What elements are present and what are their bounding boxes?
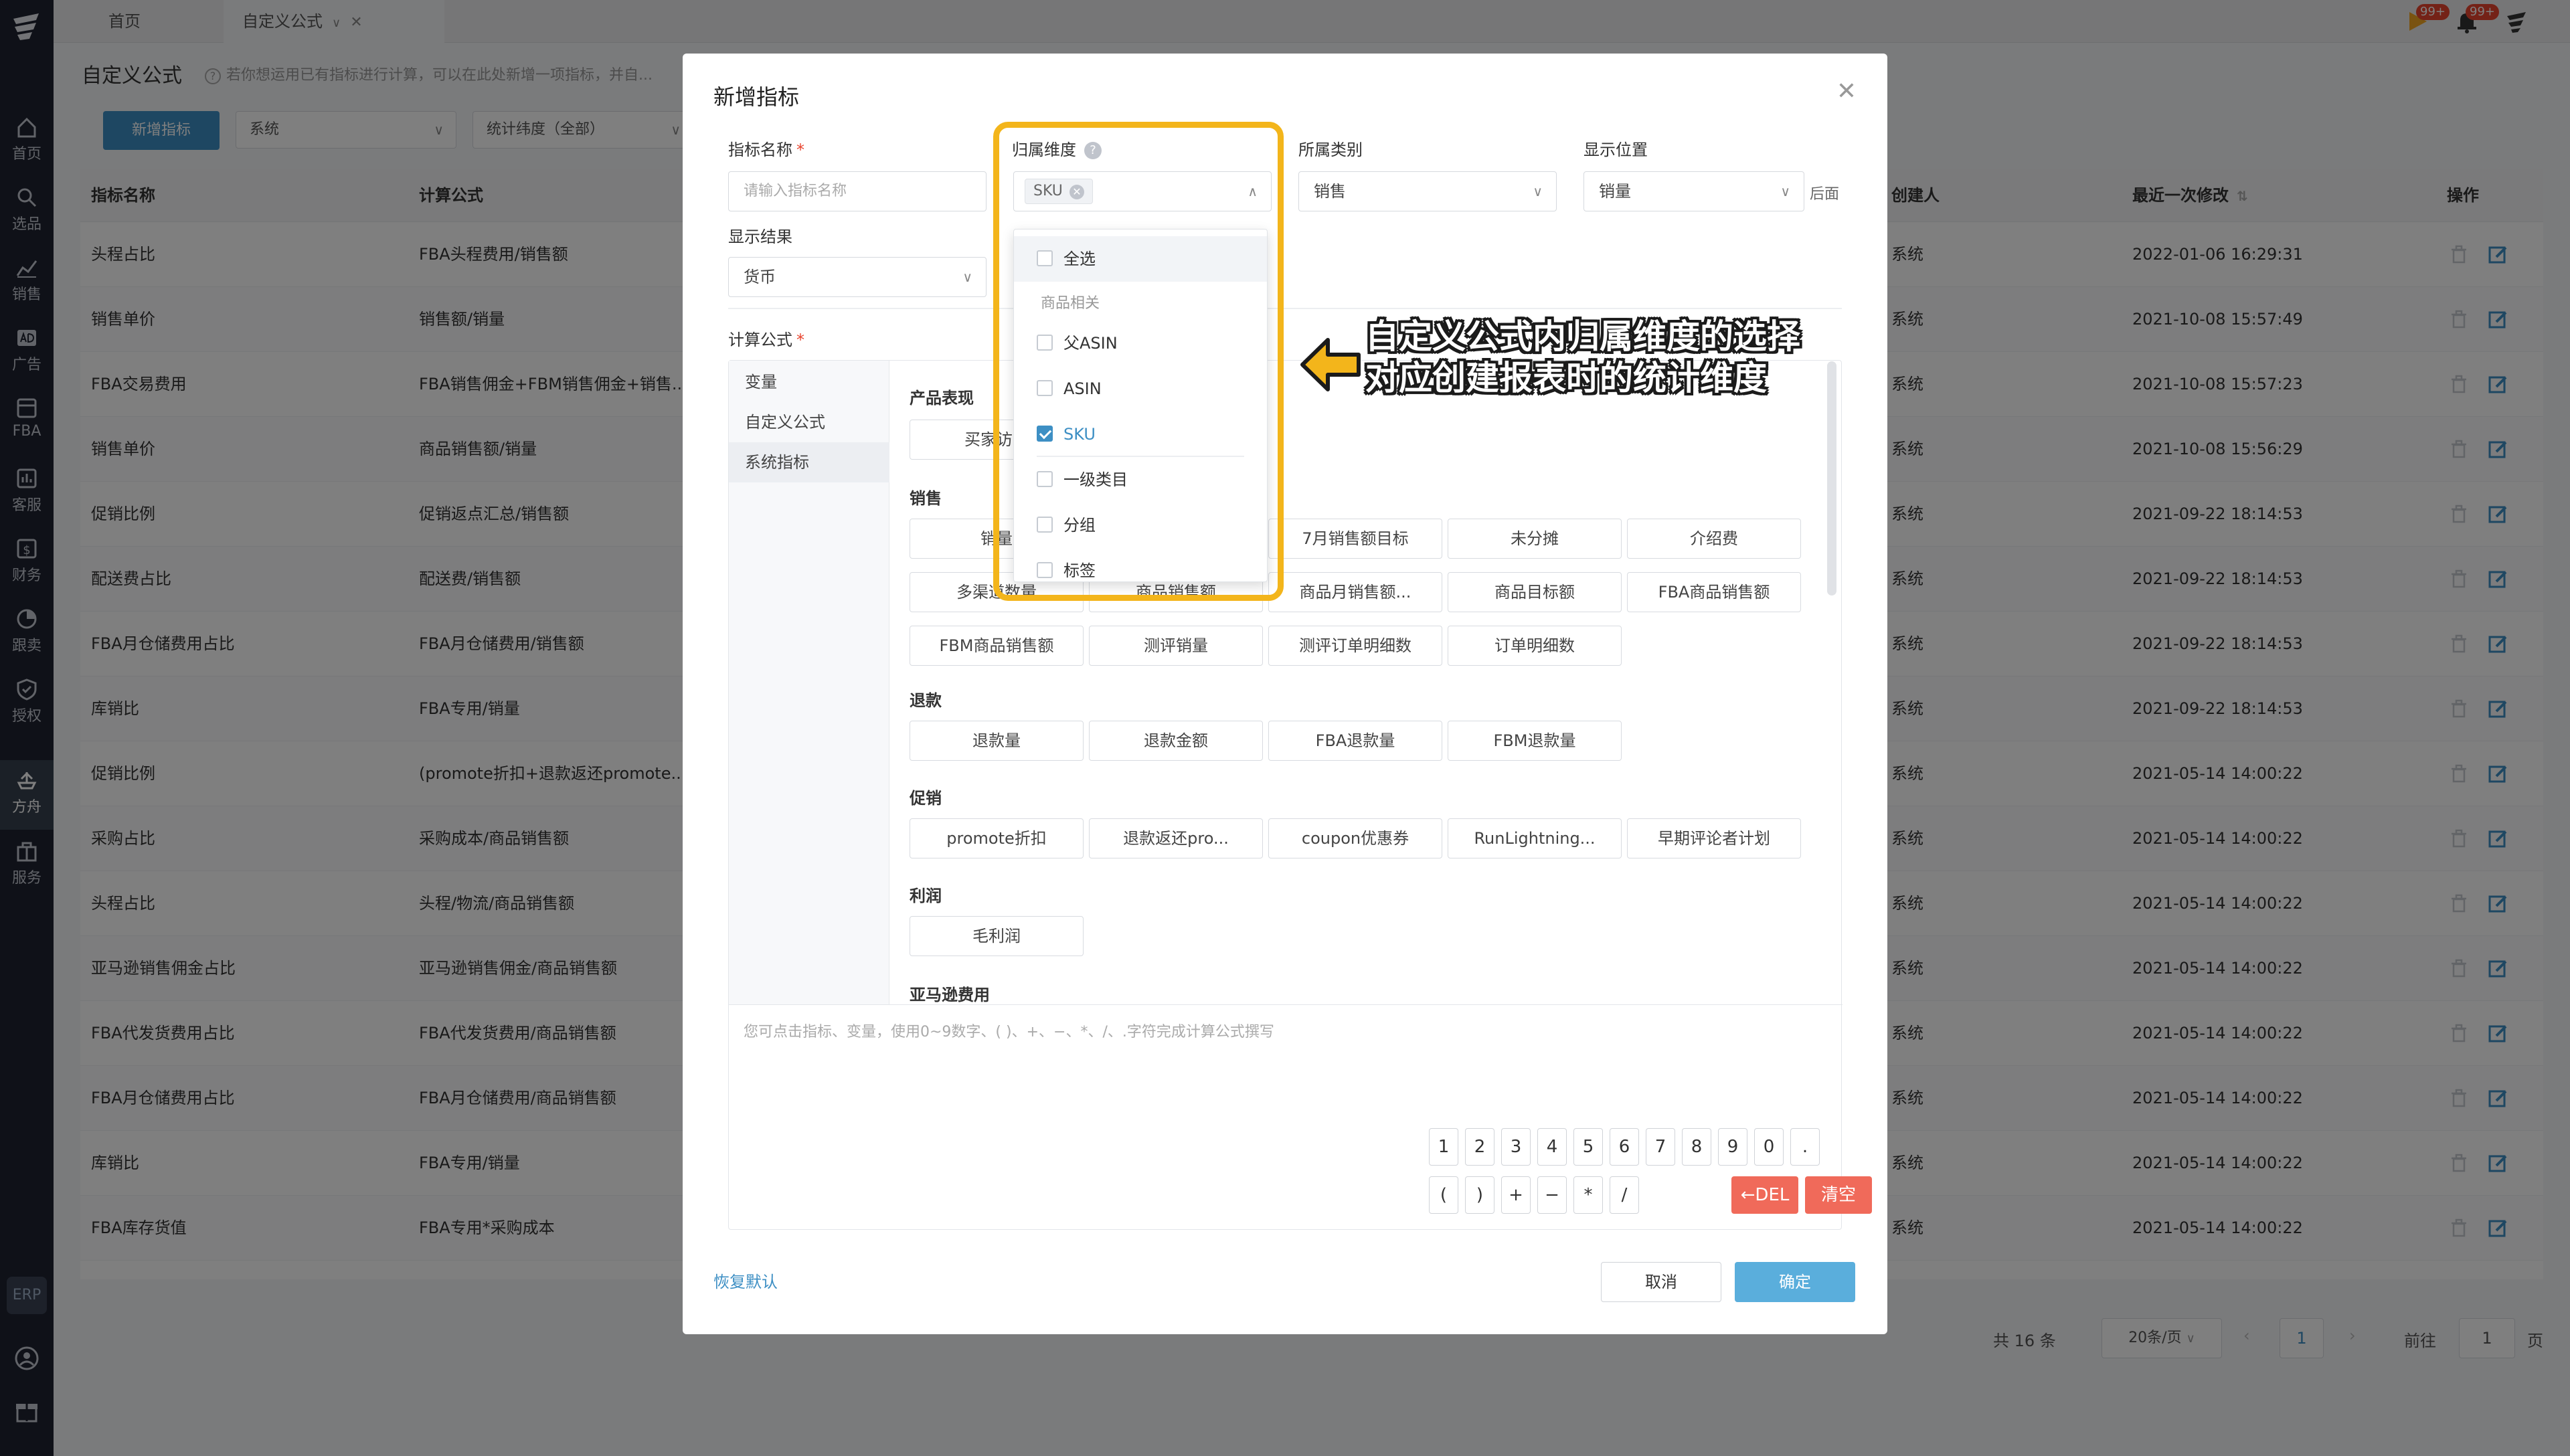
- formula-input-area[interactable]: 您可点击指标、变量，使用0~9数字、( )、+、−、*、/、.字符完成计算公式撰…: [729, 1004, 1872, 1231]
- keypad-key[interactable]: 9: [1718, 1128, 1747, 1166]
- metric-button[interactable]: 毛利润: [910, 916, 1084, 956]
- dialog-title: 新增指标: [713, 84, 800, 110]
- formula-label: 计算公式 *: [728, 327, 804, 350]
- metric-button[interactable]: FBM退款量: [1448, 721, 1622, 761]
- metric-button[interactable]: 未分摊: [1448, 519, 1622, 559]
- confirm-button[interactable]: 确定: [1735, 1262, 1855, 1302]
- formula-editor: 变量 自定义公式 系统指标 产品表现买家访问销售销量萨达1111112227月销…: [728, 360, 1872, 1231]
- chevron-down-icon: ∨: [1780, 183, 1790, 199]
- metric-button[interactable]: FBA退款量: [1268, 721, 1442, 761]
- add-metric-dialog: 新增指标 ✕ 指标名称 * 请输入指标名称 归属维度? SKU ✕ ∧ 所属类别 销…: [683, 54, 1887, 1334]
- metric-button[interactable]: 介绍费: [1627, 519, 1801, 559]
- annotation-callout: 自定义公式内归属维度的选择 对应创建报表时的统计维度: [1365, 316, 1968, 399]
- tab-system-metrics[interactable]: 系统指标: [729, 442, 889, 482]
- keypad-key[interactable]: +: [1501, 1176, 1531, 1214]
- cancel-button[interactable]: 取消: [1601, 1262, 1721, 1302]
- metric-button[interactable]: 退款量: [910, 721, 1084, 761]
- close-icon[interactable]: ✕: [1836, 78, 1857, 105]
- chevron-down-icon: ∨: [1533, 183, 1543, 199]
- metric-button[interactable]: FBM商品销售额: [910, 626, 1084, 666]
- metric-name-input[interactable]: 请输入指标名称: [728, 171, 987, 211]
- category-select[interactable]: 销售 ∨: [1298, 171, 1557, 211]
- metric-button[interactable]: RunLightning...: [1448, 818, 1622, 858]
- chevron-down-icon: ∨: [962, 269, 972, 285]
- app-root: 首页选品销售广告FBA客服$财务跟卖授权方舟服务 ERP 首页 自定义公式∨✕ …: [0, 0, 2570, 1456]
- position-label: 显示位置: [1583, 141, 1648, 159]
- keypad-key[interactable]: −: [1537, 1176, 1567, 1214]
- keypad-key[interactable]: 5: [1573, 1128, 1603, 1166]
- required-mark: *: [796, 331, 804, 349]
- reset-default-link[interactable]: 恢复默认: [713, 1269, 778, 1292]
- metric-button[interactable]: 退款金额: [1089, 721, 1263, 761]
- formula-source-tabs: 变量 自定义公式 系统指标: [729, 361, 889, 1004]
- keypad-key[interactable]: 6: [1610, 1128, 1639, 1166]
- position-select[interactable]: 销量 ∨: [1583, 171, 1804, 211]
- keypad-key[interactable]: 8: [1682, 1128, 1711, 1166]
- result-label: 显示结果: [728, 227, 792, 246]
- required-mark: *: [796, 141, 804, 159]
- formula-label-text: 计算公式: [728, 331, 792, 349]
- arrow-left-icon: [1300, 338, 1361, 391]
- keypad-key[interactable]: 0: [1754, 1128, 1784, 1166]
- group-title-amazon_fee: 亚马逊费用: [910, 986, 990, 1004]
- formula-placeholder: 您可点击指标、变量，使用0~9数字、( )、+、−、*、/、.字符完成计算公式撰…: [744, 1024, 1274, 1040]
- group-title-profit: 利润: [910, 887, 942, 905]
- keypad-key[interactable]: *: [1573, 1176, 1603, 1214]
- metric-button[interactable]: 测评订单明细数: [1268, 626, 1442, 666]
- metric-button[interactable]: 商品月销售额...: [1268, 572, 1442, 612]
- result-select[interactable]: 货币 ∨: [728, 257, 987, 297]
- keypad-key[interactable]: 4: [1537, 1128, 1567, 1166]
- keypad-key[interactable]: 2: [1465, 1128, 1494, 1166]
- metric-button[interactable]: 商品目标额: [1448, 572, 1622, 612]
- metric-button[interactable]: 订单明细数: [1448, 626, 1622, 666]
- metric-button[interactable]: 退款返还pro...: [1089, 818, 1263, 858]
- position-suffix: 后面: [1810, 186, 1840, 203]
- metric-button[interactable]: 早期评论者计划: [1627, 818, 1801, 858]
- keypad-key[interactable]: 1: [1429, 1128, 1458, 1166]
- category-value: 销售: [1314, 182, 1346, 201]
- keypad-key[interactable]: (: [1429, 1176, 1458, 1214]
- group-title-product: 产品表现: [910, 389, 974, 407]
- metric-name-label-text: 指标名称: [728, 141, 792, 159]
- keypad-key[interactable]: .: [1790, 1128, 1820, 1166]
- keypad-key[interactable]: /: [1610, 1176, 1639, 1214]
- clear-button[interactable]: 清空: [1805, 1176, 1872, 1214]
- keypad-key[interactable]: ): [1465, 1176, 1494, 1214]
- category-label: 所属类别: [1298, 141, 1363, 159]
- section-divider: [728, 308, 1842, 309]
- metric-button[interactable]: 测评销量: [1089, 626, 1263, 666]
- tab-custom-formula[interactable]: 自定义公式: [729, 402, 889, 442]
- keypad-key[interactable]: 3: [1501, 1128, 1531, 1166]
- group-title-refund: 退款: [910, 691, 942, 710]
- result-value: 货币: [744, 268, 776, 286]
- position-value: 销量: [1599, 182, 1631, 201]
- tab-variables[interactable]: 变量: [729, 362, 889, 402]
- metric-button[interactable]: coupon优惠券: [1268, 818, 1442, 858]
- group-title-sales: 销售: [910, 489, 942, 508]
- highlight-frame: [993, 122, 1284, 601]
- group-title-promo: 促销: [910, 789, 942, 808]
- metric-button[interactable]: FBA商品销售额: [1627, 572, 1801, 612]
- delete-button[interactable]: ←DEL: [1731, 1176, 1798, 1214]
- metric-name-label: 指标名称 *: [728, 136, 804, 160]
- metric-button[interactable]: 7月销售额目标: [1268, 519, 1442, 559]
- metric-button[interactable]: promote折扣: [910, 818, 1084, 858]
- annotation-line-2: 对应创建报表时的统计维度: [1365, 359, 1767, 397]
- keypad-key[interactable]: 7: [1646, 1128, 1675, 1166]
- annotation-line-1: 自定义公式内归属维度的选择: [1365, 317, 1800, 356]
